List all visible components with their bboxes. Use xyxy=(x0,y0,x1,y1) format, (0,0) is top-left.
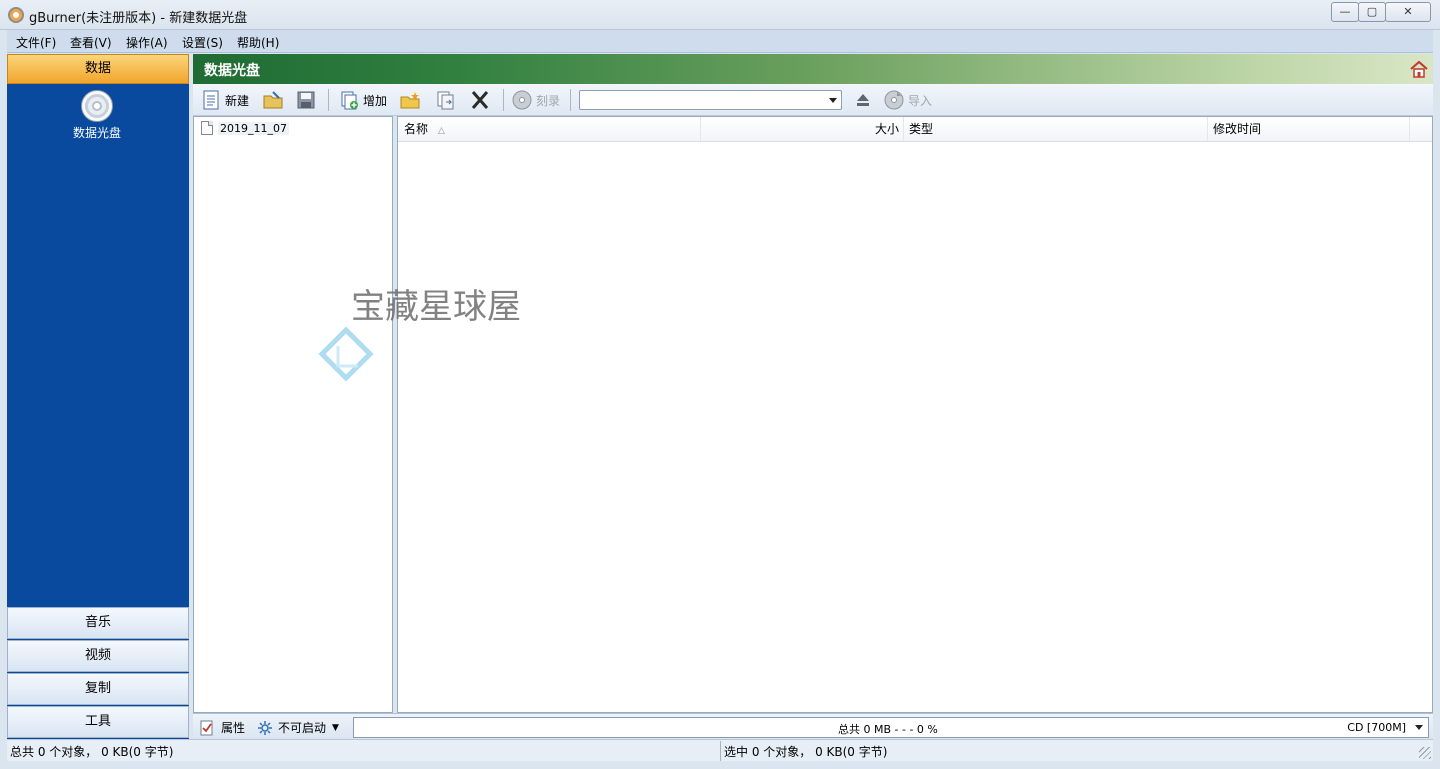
disc-file-icon xyxy=(201,121,213,135)
chevron-down-icon: ▼ xyxy=(332,722,339,733)
menu-bar: 文件(F) 查看(V) 操作(A) 设置(S) 帮助(H) xyxy=(7,30,1433,53)
close-button[interactable]: ✕ xyxy=(1385,2,1431,22)
title-bar: gBurner(未注册版本) - 新建数据光盘 — ▢ ✕ xyxy=(0,0,1440,30)
boot-option-button[interactable]: 不可启动 ▼ xyxy=(257,719,339,736)
status-selected: 选中 0 个对象， 0 KB(0 字节) xyxy=(724,745,888,759)
minimize-button[interactable]: — xyxy=(1331,2,1359,22)
window-frame-bottom xyxy=(0,761,1440,769)
drive-select[interactable] xyxy=(579,90,842,110)
watermark-logo-icon xyxy=(318,326,374,382)
toolbar-separator xyxy=(328,89,329,111)
properties-label: 属性 xyxy=(221,721,246,735)
new-document-icon xyxy=(203,90,219,110)
status-divider xyxy=(720,741,721,761)
menu-action[interactable]: 操作(A) xyxy=(126,34,168,51)
save-button[interactable] xyxy=(296,88,320,112)
disc-status-bar: 属性 不可启动 ▼ 总共 0 MB - - - 0 % CD [700M] xyxy=(193,713,1433,739)
menu-view[interactable]: 查看(V) xyxy=(70,34,112,51)
open-folder-icon xyxy=(263,91,283,109)
window-title: gBurner(未注册版本) - 新建数据光盘 xyxy=(29,11,248,26)
home-icon[interactable] xyxy=(1409,59,1429,79)
chevron-down-icon[interactable] xyxy=(1415,725,1423,730)
menu-file[interactable]: 文件(F) xyxy=(16,34,56,51)
panel-header: 数据光盘 xyxy=(193,54,1433,84)
disc-type-value: CD [700M] xyxy=(1347,721,1406,734)
file-list-header: 名称 △ 大小 类型 修改时间 xyxy=(398,117,1432,142)
copy-file-icon xyxy=(437,91,454,110)
sidebar-tab-music[interactable]: 音乐 xyxy=(7,607,189,639)
burn-label: 刻录 xyxy=(536,93,561,108)
sidebar-tab-video[interactable]: 视频 xyxy=(7,640,189,672)
sidebar-header-data[interactable]: 数据 xyxy=(7,54,189,84)
open-button[interactable] xyxy=(263,88,287,112)
toolbar: 新建 增加 刻录 导入 xyxy=(193,84,1433,116)
tree-node-label: 2019_11_07 xyxy=(218,121,289,135)
data-disc-icon[interactable] xyxy=(81,90,113,122)
burn-disc-icon xyxy=(512,90,532,110)
folder-tree[interactable]: 2019_11_07 xyxy=(193,116,393,713)
column-name-label: 名称 xyxy=(404,122,429,136)
sort-ascending-icon: △ xyxy=(438,126,445,136)
import-label: 导入 xyxy=(908,93,933,108)
tree-node-root[interactable]: 2019_11_07 xyxy=(201,121,289,135)
watermark-text: 宝藏星球屋 xyxy=(351,287,521,327)
add-files-icon xyxy=(341,91,358,110)
sidebar-tab-copy[interactable]: 复制 xyxy=(7,673,189,705)
properties-icon xyxy=(200,720,213,735)
sidebar: 数据 数据光盘 音乐 视频 复制 工具 xyxy=(7,54,189,739)
menu-help[interactable]: 帮助(H) xyxy=(237,34,279,51)
save-icon xyxy=(297,91,315,109)
boot-label: 不可启动 xyxy=(278,721,327,735)
capacity-text: 总共 0 MB - - - 0 % xyxy=(838,723,938,736)
new-folder-icon xyxy=(400,92,420,109)
rename-button[interactable] xyxy=(436,88,460,112)
boot-gear-icon xyxy=(258,720,272,735)
app-logo-icon xyxy=(8,7,24,23)
maximize-button[interactable]: ▢ xyxy=(1358,2,1386,22)
add-button[interactable]: 增加 xyxy=(339,88,387,112)
column-name[interactable]: 名称 △ xyxy=(398,117,701,141)
column-size[interactable]: 大小 xyxy=(701,117,904,141)
new-folder-button[interactable] xyxy=(400,88,424,112)
menu-settings[interactable]: 设置(S) xyxy=(182,34,223,51)
properties-button[interactable]: 属性 xyxy=(199,719,245,736)
column-modified[interactable]: 修改时间 xyxy=(1208,117,1410,141)
eject-button[interactable] xyxy=(853,88,877,112)
file-list[interactable]: 名称 △ 大小 类型 修改时间 xyxy=(397,116,1433,713)
chevron-down-icon xyxy=(829,98,837,103)
delete-icon xyxy=(471,91,489,109)
import-disc-icon xyxy=(884,90,904,110)
import-button[interactable]: 导入 xyxy=(884,88,932,112)
delete-button[interactable] xyxy=(470,88,494,112)
capacity-bar[interactable]: 总共 0 MB - - - 0 % CD [700M] xyxy=(353,717,1429,738)
toolbar-separator xyxy=(570,89,571,111)
eject-icon xyxy=(857,94,869,106)
new-label: 新建 xyxy=(225,93,250,108)
toolbar-separator xyxy=(503,89,504,111)
sidebar-tab-tools[interactable]: 工具 xyxy=(7,706,189,738)
burn-button[interactable]: 刻录 xyxy=(512,88,560,112)
resize-grip-icon[interactable] xyxy=(1419,747,1431,759)
sidebar-item-data-disc[interactable]: 数据光盘 xyxy=(7,124,187,141)
add-label: 增加 xyxy=(363,93,388,108)
status-bar: 总共 0 个对象， 0 KB(0 字节) 选中 0 个对象， 0 KB(0 字节… xyxy=(7,739,1433,761)
status-total: 总共 0 个对象， 0 KB(0 字节) xyxy=(10,745,174,759)
new-button[interactable]: 新建 xyxy=(201,88,249,112)
column-type[interactable]: 类型 xyxy=(904,117,1208,141)
panel-title: 数据光盘 xyxy=(204,63,260,79)
